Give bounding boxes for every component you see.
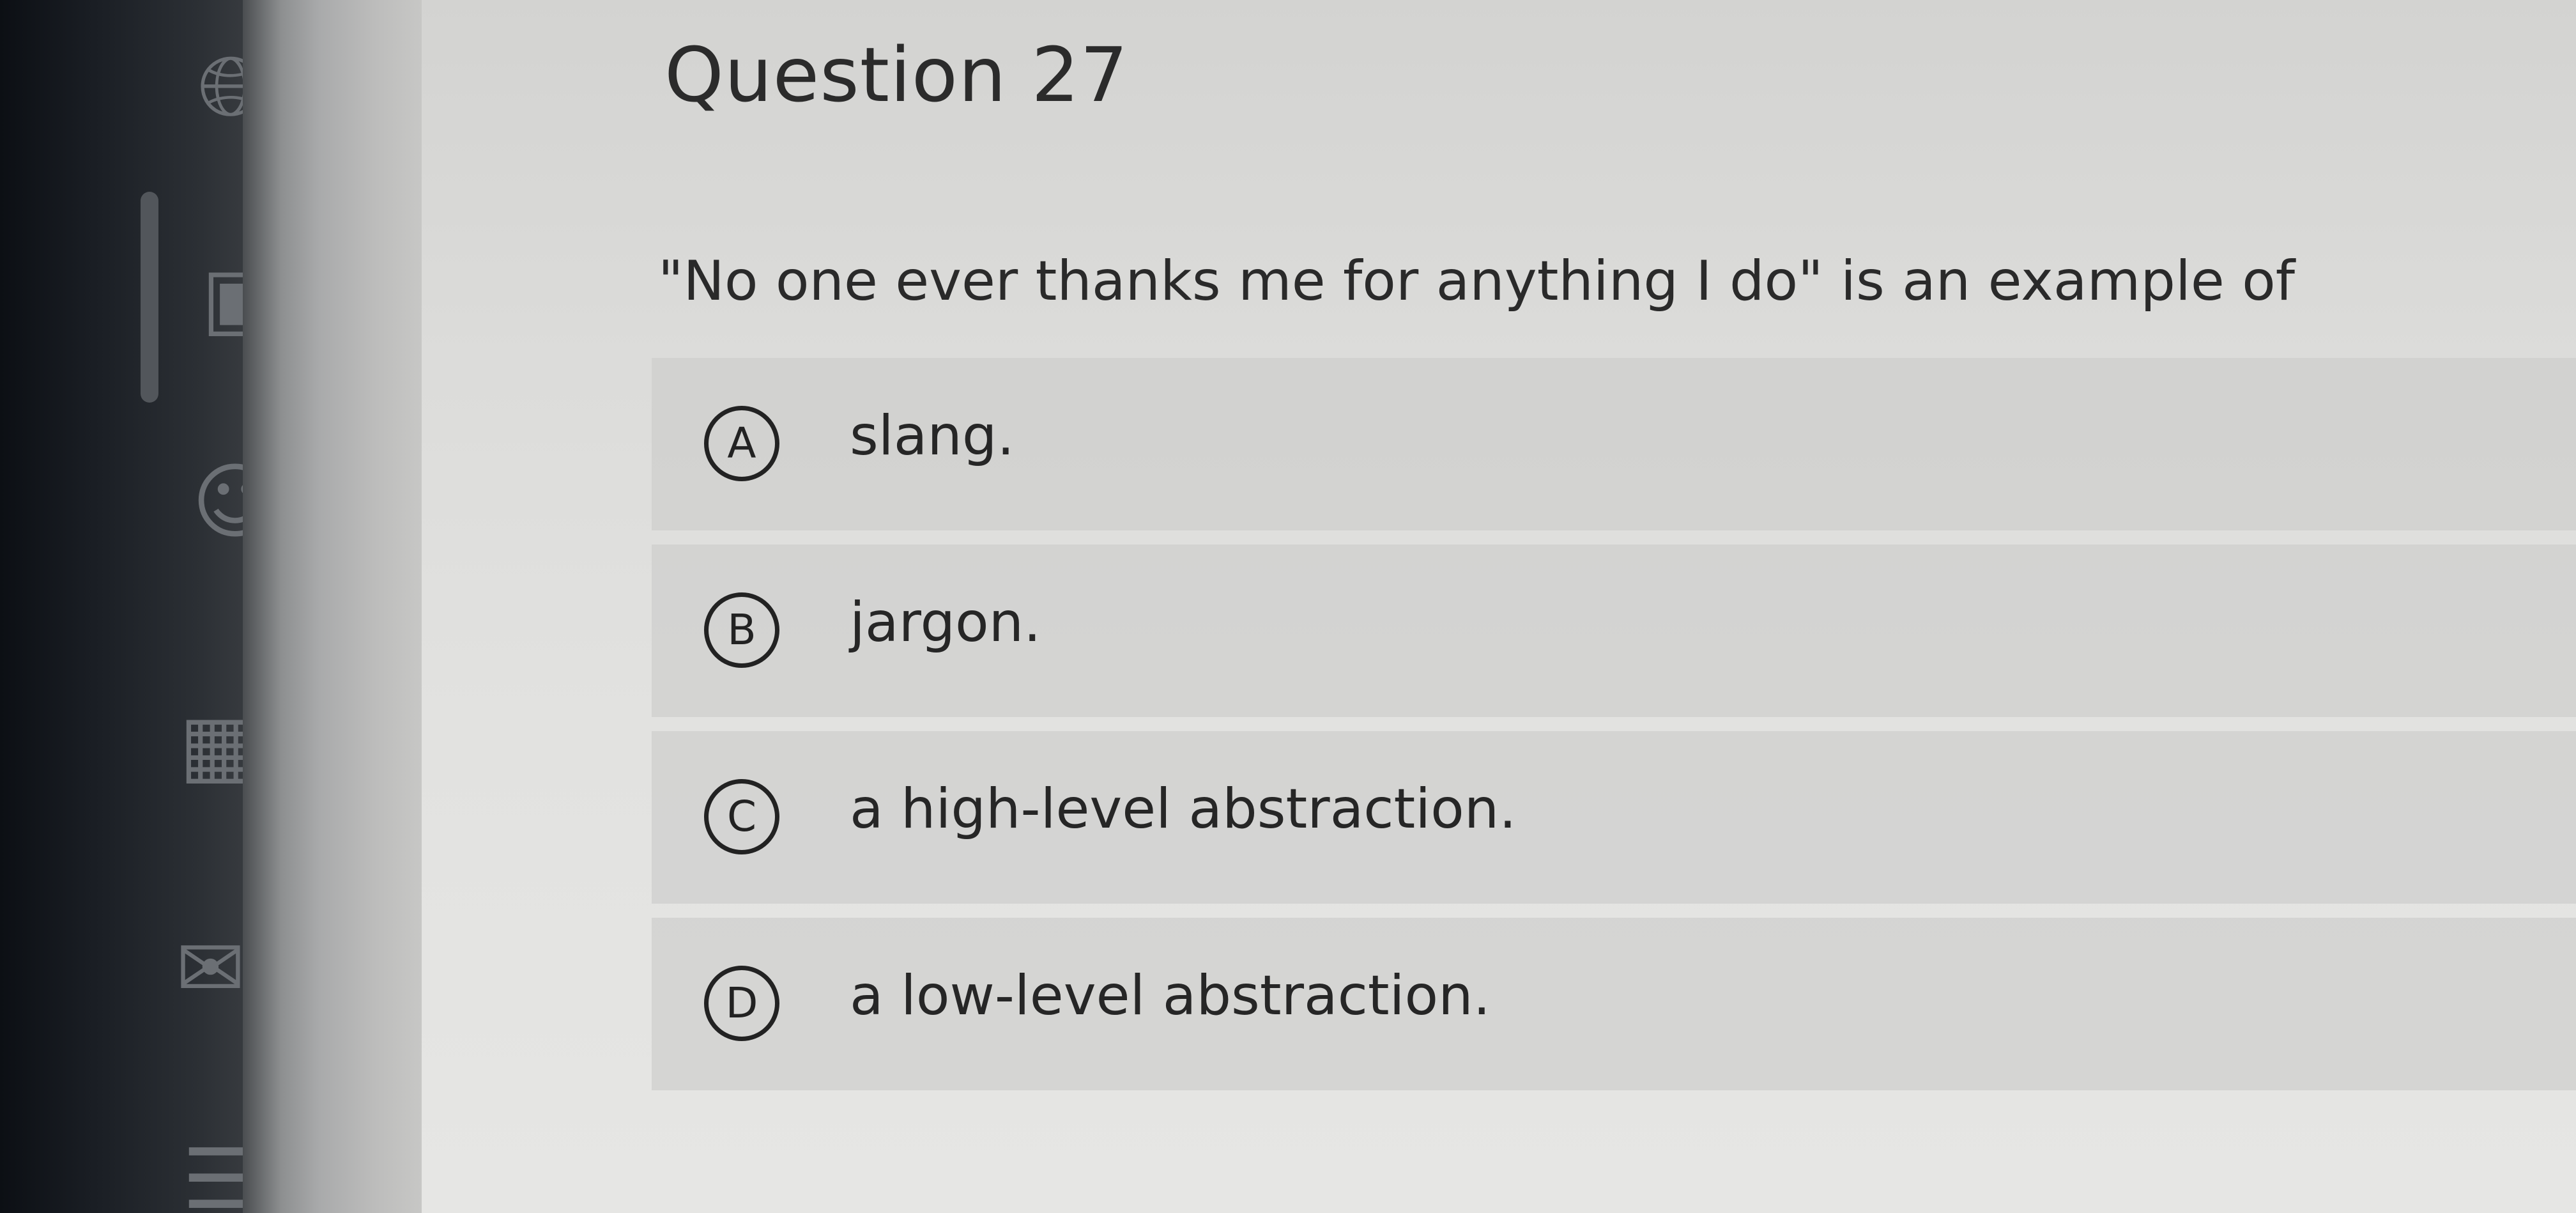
question-prompt: "No one ever thanks me for anything I do… [658,249,2296,313]
answer-option-d[interactable]: D a low-level abstraction. [652,918,2576,1090]
nav-scrollbar[interactable] [141,192,158,403]
answer-option-c[interactable]: C a high-level abstraction. [652,731,2576,904]
option-label: slang. [850,404,1015,468]
option-letter-badge[interactable]: D [704,966,779,1041]
option-label: a low-level abstraction. [850,964,1491,1028]
option-letter-badge[interactable]: B [704,592,779,668]
answer-option-a[interactable]: A slang. [652,358,2576,530]
option-letter-badge[interactable]: C [704,779,779,854]
panel-divider [243,0,434,1213]
option-label: jargon. [850,591,1041,654]
mail-icon[interactable]: ✉ [176,927,245,1010]
answer-options: A slang. B jargon. C a high-level abstra… [652,358,2576,1104]
option-label: a high-level abstraction. [850,777,1517,841]
option-letter-badge[interactable]: A [704,406,779,481]
left-nav-rail: 🌐︎ ▣ ☺ ▦ ✉ ☰ [0,0,280,1213]
answer-option-b[interactable]: B jargon. [652,545,2576,717]
question-title: Question 27 [664,31,1129,119]
